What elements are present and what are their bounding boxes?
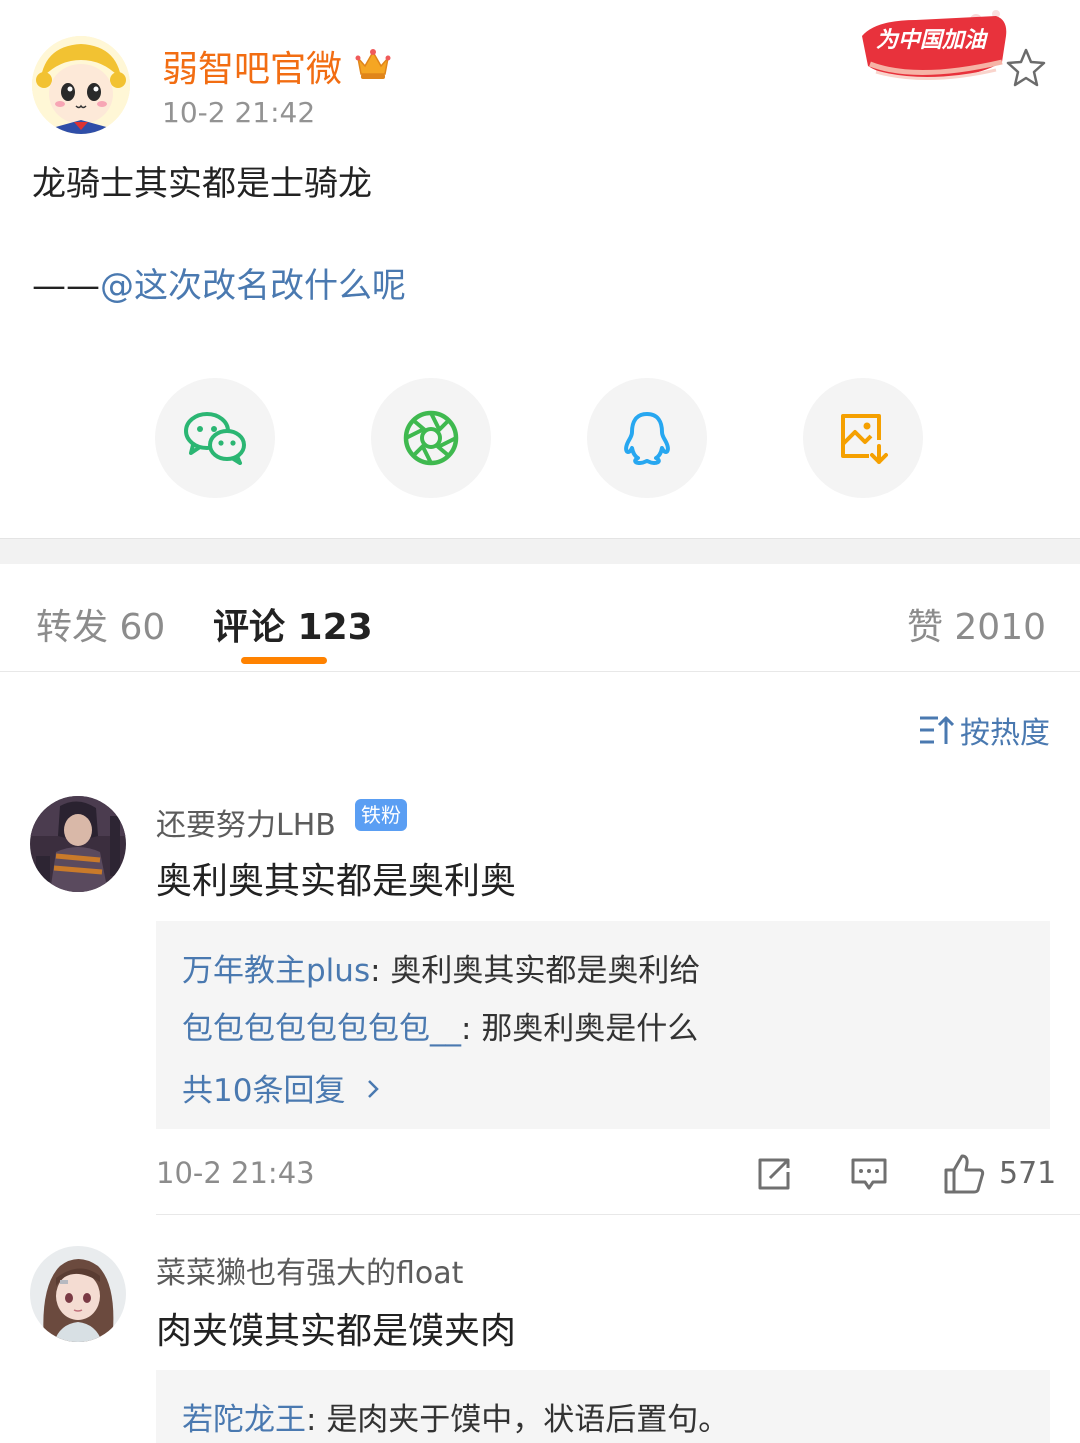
mention-link[interactable]: @这次改名改什么呢 bbox=[100, 266, 406, 306]
reply-item[interactable]: 包包包包包包包包__: 那奥利奥是什么 bbox=[182, 1003, 698, 1048]
comment-avatar[interactable] bbox=[30, 1246, 126, 1342]
sort-button[interactable]: 按热度 bbox=[918, 708, 1050, 752]
sort-label: 按热度 bbox=[960, 716, 1050, 751]
reply-box: 万年教主plus: 奥利奥其实都是奥利给 包包包包包包包包__: 那奥利奥是什么… bbox=[156, 921, 1050, 1129]
reply-separator: : bbox=[370, 953, 391, 989]
comment-username[interactable]: 菜菜獭也有强大的float bbox=[156, 1248, 463, 1292]
qq-icon bbox=[624, 412, 670, 465]
reply-username[interactable]: 若陀龙王 bbox=[182, 1402, 306, 1438]
cheer-badge[interactable]: 为中国加油 bbox=[856, 6, 1014, 86]
comment-icon[interactable] bbox=[849, 1154, 889, 1194]
post-header: 弱智吧官微 10-2 21:42 为中国加油 bbox=[0, 0, 1080, 150]
share-row bbox=[0, 378, 1080, 498]
credit-dash: —— bbox=[32, 266, 100, 306]
comment-separator bbox=[156, 1214, 1080, 1215]
reply-item[interactable]: 万年教主plus: 奥利奥其实都是奥利给 bbox=[182, 945, 700, 990]
more-replies-label: 共10条回复 bbox=[182, 1073, 346, 1109]
reply-text: 那奥利奥是什么 bbox=[481, 1011, 699, 1047]
tab-like[interactable]: 赞 2010 bbox=[907, 598, 1046, 650]
post-body: 龙骑士其实都是士骑龙 bbox=[32, 164, 372, 204]
save-image-icon bbox=[841, 414, 888, 464]
share-qq-button[interactable] bbox=[587, 378, 707, 498]
fan-badge: 铁粉 bbox=[355, 799, 407, 831]
author-avatar[interactable] bbox=[32, 36, 130, 134]
active-tab-indicator bbox=[241, 657, 327, 664]
crown-icon bbox=[354, 44, 392, 82]
reply-separator: : bbox=[306, 1402, 327, 1438]
share-moments-button[interactable] bbox=[371, 378, 491, 498]
more-replies-link[interactable]: 共10条回复 bbox=[182, 1065, 381, 1110]
reply-item[interactable]: 若陀龙王: 是肉夹于馍中，状语后置句。 bbox=[182, 1394, 729, 1439]
tab-bar: 转发 60 评论 123 赞 2010 bbox=[0, 564, 1080, 672]
like-icon[interactable] bbox=[942, 1152, 986, 1196]
comment-text: 奥利奥其实都是奥利奥 bbox=[156, 861, 517, 902]
wechat-icon bbox=[184, 412, 246, 465]
comment-username[interactable]: 还要努力LHB bbox=[156, 800, 336, 844]
save-image-button[interactable] bbox=[803, 378, 923, 498]
moments-icon bbox=[403, 410, 459, 466]
reply-text: 是肉夹于馍中，状语后置句。 bbox=[326, 1402, 730, 1438]
repost-icon[interactable] bbox=[754, 1154, 794, 1194]
chevron-right-icon bbox=[365, 1073, 381, 1109]
comment-time: 10-2 21:43 bbox=[156, 1156, 315, 1190]
reply-text: 奥利奥其实都是奥利给 bbox=[390, 953, 701, 989]
tab-repost[interactable]: 转发 60 bbox=[36, 598, 165, 650]
comment-text: 肉夹馍其实都是馍夹肉 bbox=[156, 1311, 517, 1352]
comment-avatar[interactable] bbox=[30, 796, 126, 892]
cheer-badge-text: 为中国加油 bbox=[876, 28, 987, 53]
reply-separator: : bbox=[461, 1011, 482, 1047]
section-divider bbox=[0, 538, 1080, 564]
reply-username[interactable]: 万年教主plus bbox=[182, 953, 370, 989]
tab-comment[interactable]: 评论 123 bbox=[213, 598, 373, 650]
post-time: 10-2 21:42 bbox=[162, 96, 316, 129]
sort-icon bbox=[920, 716, 954, 744]
favorite-star-icon[interactable] bbox=[1004, 46, 1048, 90]
like-count: 571 bbox=[999, 1156, 1057, 1191]
author-name[interactable]: 弱智吧官微 bbox=[162, 40, 342, 92]
post-credit: ——@这次改名改什么呢 bbox=[32, 262, 406, 310]
reply-box: 若陀龙王: 是肉夹于馍中，状语后置句。 bbox=[156, 1370, 1050, 1443]
share-wechat-button[interactable] bbox=[155, 378, 275, 498]
reply-username[interactable]: 包包包包包包包包__ bbox=[182, 1011, 461, 1047]
